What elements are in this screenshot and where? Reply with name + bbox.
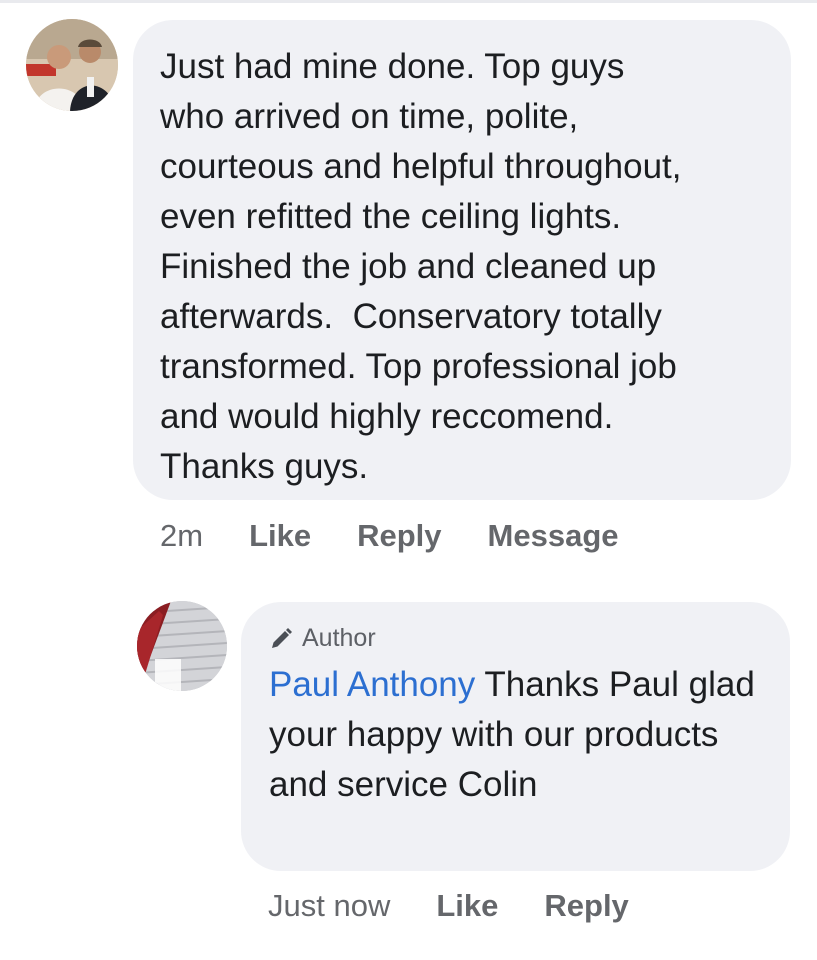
author-avatar[interactable]	[137, 601, 227, 691]
author-badge-label: Author	[302, 624, 376, 652]
like-button[interactable]: Like	[249, 518, 311, 554]
commenter-avatar[interactable]	[26, 19, 118, 111]
comment-text: Just had mine done. Top guys who arrived…	[160, 47, 682, 486]
mention-link[interactable]: Paul Anthony	[269, 665, 475, 704]
pencil-icon	[272, 627, 292, 648]
reply-like-button[interactable]: Like	[436, 888, 498, 924]
reply-actions: Just now Like Reply	[268, 884, 675, 928]
comment-timestamp[interactable]: 2m	[160, 518, 203, 554]
reply-timestamp[interactable]: Just now	[268, 888, 390, 924]
reply-bubble: Author Paul Anthony Thanks Paul glad you…	[241, 602, 790, 871]
author-badge: Author	[269, 624, 376, 653]
reply-button[interactable]: Reply	[357, 518, 441, 554]
message-button[interactable]: Message	[488, 518, 619, 554]
reply-text: Paul Anthony Thanks Paul glad your happy…	[269, 660, 779, 810]
commenter-photo-icon	[26, 19, 118, 111]
author-photo-icon	[137, 601, 227, 691]
comment-actions: 2m Like Reply Message	[160, 514, 665, 558]
top-divider	[0, 0, 817, 3]
reply-reply-button[interactable]: Reply	[544, 888, 628, 924]
comment-bubble: Just had mine done. Top guys who arrived…	[133, 20, 791, 500]
